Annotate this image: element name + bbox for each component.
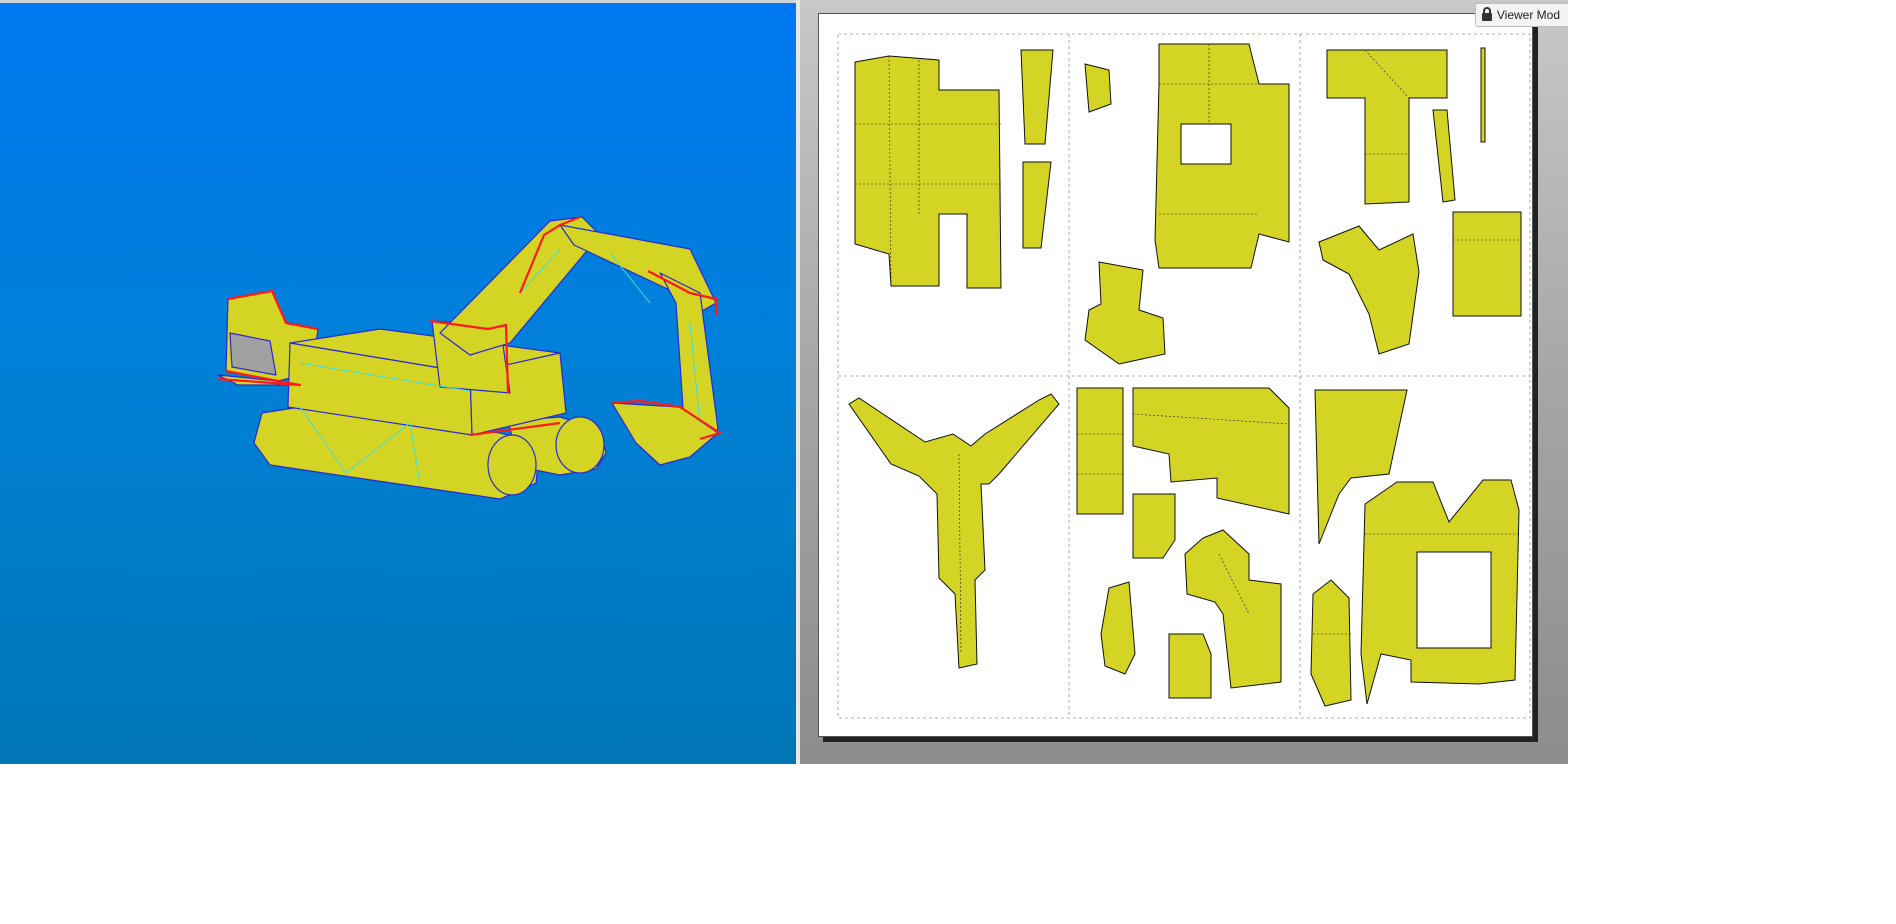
part-rect-panel (1452, 211, 1522, 317)
part-hook-a (1084, 261, 1166, 365)
part-t-net (1326, 49, 1448, 205)
part-arm-net (848, 393, 1060, 669)
part-column (1310, 579, 1352, 707)
track-wheel-back (555, 416, 605, 474)
part-hook-c (1100, 581, 1136, 675)
part-strip-a (1020, 49, 1054, 145)
track-wheel-front (487, 434, 537, 496)
part-y-net (1318, 225, 1420, 355)
part-tall-strip (1432, 109, 1456, 203)
unfolded-parts (837, 33, 1531, 719)
part-pin (1480, 47, 1486, 143)
part-small-b (1132, 493, 1176, 559)
3d-model-view[interactable] (0, 0, 796, 764)
lock-icon (1481, 7, 1492, 21)
viewer-mode-label: Viewer Mod (1496, 8, 1560, 22)
excavator-model[interactable] (0, 3, 796, 764)
2d-pattern-view[interactable]: Viewer Mod (800, 0, 1568, 764)
paper-sheet[interactable] (818, 13, 1533, 737)
part-strip-b (1022, 161, 1052, 249)
part-rect-b (1076, 387, 1124, 515)
viewer-mode-badge[interactable]: Viewer Mod (1474, 3, 1568, 27)
part-small-a (1084, 63, 1112, 113)
part-body-net (854, 55, 1002, 289)
part-small-c (1168, 633, 1212, 699)
